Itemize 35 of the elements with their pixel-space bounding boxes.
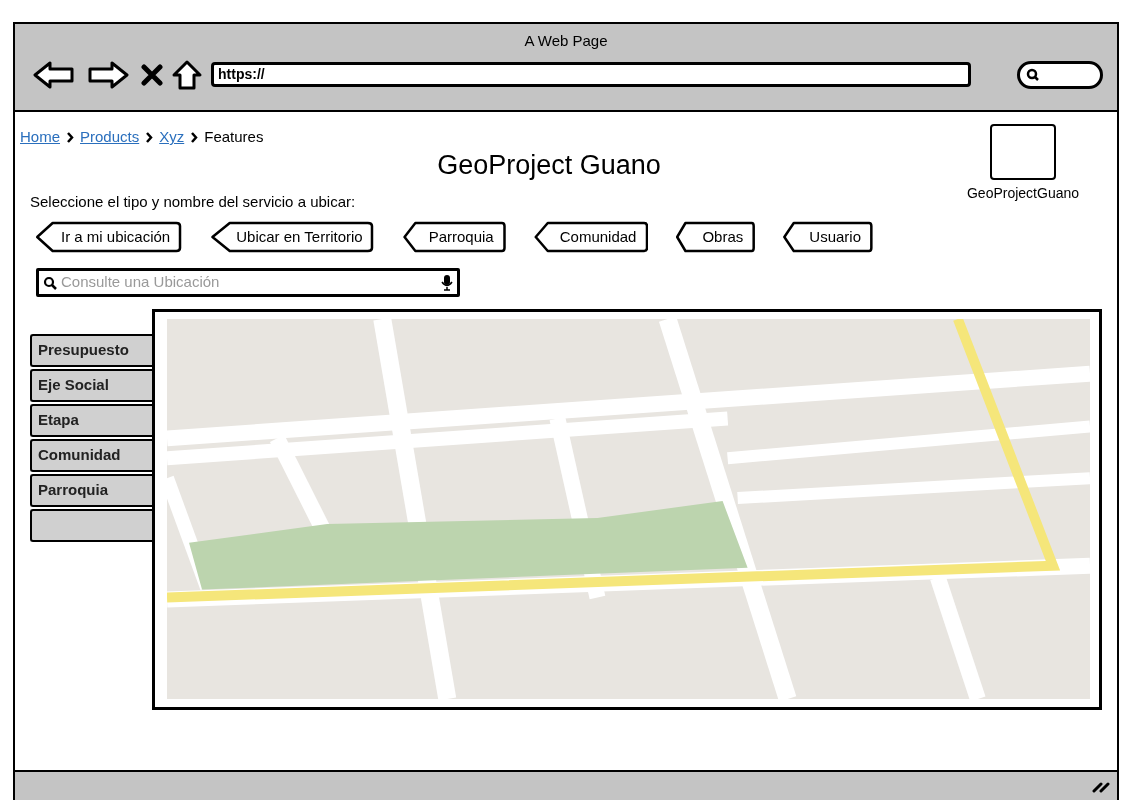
search-input[interactable]: Consulte una Ubicación bbox=[61, 271, 437, 294]
side-tab[interactable]: Comunidad bbox=[30, 439, 152, 472]
empty-tab[interactable] bbox=[30, 509, 152, 542]
forward-icon[interactable] bbox=[87, 59, 129, 90]
instruction-text: Seleccione el tipo y nombre del servicio a ubicar: bbox=[30, 191, 357, 212]
logo-caption: GeoProjectGuano bbox=[966, 184, 1080, 203]
search-icon bbox=[43, 275, 57, 290]
close-icon[interactable] bbox=[141, 63, 163, 86]
breadcrumb-link[interactable]: Xyz bbox=[159, 126, 185, 149]
chevron-icon bbox=[145, 131, 154, 143]
logo-placeholder bbox=[990, 124, 1056, 180]
breadcrumb-link[interactable]: Products bbox=[80, 126, 140, 149]
tag-button[interactable]: Usuario bbox=[783, 221, 873, 253]
address-bar[interactable]: https:// bbox=[211, 62, 971, 87]
tag-button[interactable]: Ubicar en Territorio bbox=[210, 221, 375, 253]
tag-button[interactable]: Parroquia bbox=[402, 221, 506, 253]
window-title: A Web Page bbox=[524, 31, 608, 51]
side-tab[interactable]: Eje Social bbox=[30, 369, 152, 402]
page-heading: GeoProject Guano bbox=[436, 148, 662, 181]
microphone-icon[interactable] bbox=[441, 274, 453, 291]
search-icon bbox=[1026, 67, 1040, 82]
chevron-icon bbox=[66, 131, 74, 143]
home-icon[interactable] bbox=[171, 58, 203, 91]
location-search-field[interactable]: Consulte una Ubicación bbox=[36, 268, 460, 297]
tag-button[interactable]: Ir a mi ubicación bbox=[35, 221, 183, 253]
side-tab[interactable]: Etapa bbox=[30, 404, 152, 437]
breadcrumb-current: Features bbox=[204, 127, 264, 147]
tag-button[interactable]: Comunidad bbox=[533, 221, 649, 253]
back-icon[interactable] bbox=[33, 59, 75, 90]
search-field[interactable] bbox=[1017, 60, 1103, 89]
side-tab[interactable]: Presupuesto bbox=[30, 334, 152, 367]
side-tab[interactable]: Parroquia bbox=[30, 474, 152, 507]
tag-button[interactable]: Obras bbox=[676, 221, 756, 253]
chevron-icon bbox=[190, 131, 199, 143]
breadcrumb-link[interactable]: Home bbox=[20, 126, 60, 149]
